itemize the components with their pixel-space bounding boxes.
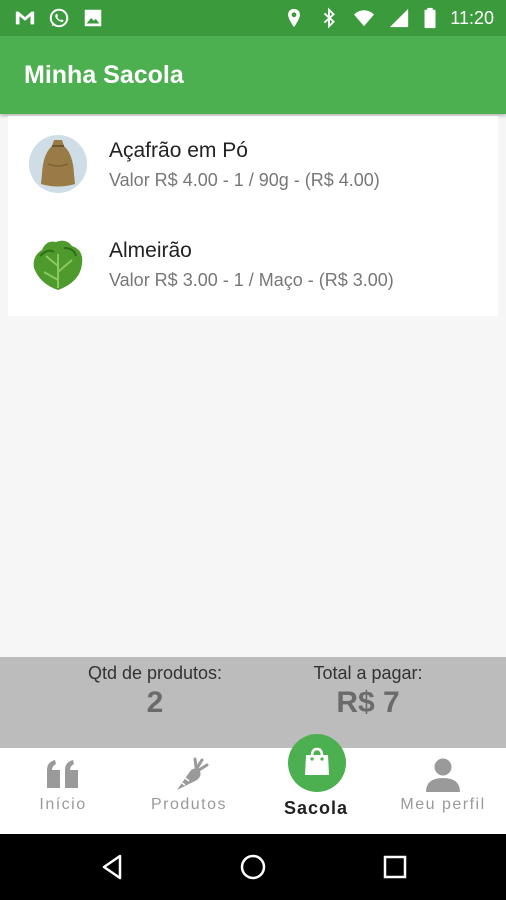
- system-navigation-bar: [0, 834, 506, 900]
- nav-item-produtos[interactable]: Produtos: [126, 748, 252, 834]
- recents-icon[interactable]: [380, 852, 410, 882]
- bottom-navigation: Início Produtos Sacola Meu perfil: [0, 748, 506, 834]
- bluetooth-icon: [318, 7, 340, 29]
- signal-icon: [388, 7, 410, 29]
- status-time: 11:20: [450, 8, 494, 28]
- item-name: Açafrão em Pó: [109, 139, 248, 162]
- item-details: Valor R$ 4.00 - 1 / 90g - (R$ 4.00): [109, 170, 380, 190]
- app-bar: Minha Sacola: [0, 36, 506, 114]
- nav-label: Meu perfil: [400, 796, 486, 813]
- quantity-summary: Qtd de produtos: 2: [55, 657, 255, 721]
- whatsapp-icon: [48, 7, 70, 29]
- saffron-bag-icon: [28, 134, 88, 194]
- total-value: R$ 7: [336, 686, 400, 719]
- page-title: Minha Sacola: [24, 61, 184, 89]
- nav-item-inicio[interactable]: Início: [0, 748, 126, 834]
- chicory-leaf-icon: [28, 234, 88, 294]
- location-icon: [283, 7, 305, 29]
- nav-label: Início: [39, 796, 87, 813]
- person-icon: [423, 756, 463, 794]
- quantity-label: Qtd de produtos:: [87, 663, 223, 683]
- shopping-bag-icon[interactable]: [288, 734, 346, 792]
- total-summary: Total a pagar: R$ 7: [268, 657, 468, 721]
- cart-item[interactable]: Almeirão Valor R$ 3.00 - 1 / Maço - (R$ …: [8, 216, 498, 316]
- cart-list: Açafrão em Pó Valor R$ 4.00 - 1 / 90g - …: [8, 116, 498, 316]
- cart-item[interactable]: Açafrão em Pó Valor R$ 4.00 - 1 / 90g - …: [8, 116, 498, 216]
- nav-label: Produtos: [150, 796, 228, 813]
- gmail-icon: [14, 7, 36, 29]
- wifi-icon: [353, 7, 375, 29]
- quote-icon: [43, 756, 83, 794]
- image-icon: [82, 7, 104, 29]
- status-bar: 11:20: [0, 0, 506, 36]
- quantity-value: 2: [146, 686, 164, 719]
- cart-summary: Qtd de produtos: 2 Total a pagar: R$ 7: [0, 657, 506, 748]
- carrot-icon: [169, 756, 209, 794]
- home-icon[interactable]: [238, 852, 268, 882]
- nav-item-meu-perfil[interactable]: Meu perfil: [380, 748, 506, 834]
- battery-icon: [423, 7, 437, 29]
- item-details: Valor R$ 3.00 - 1 / Maço - (R$ 3.00): [109, 270, 394, 290]
- total-label: Total a pagar:: [313, 663, 423, 683]
- nav-label: Sacola: [283, 798, 349, 818]
- back-icon[interactable]: [98, 852, 128, 882]
- item-name: Almeirão: [109, 239, 192, 262]
